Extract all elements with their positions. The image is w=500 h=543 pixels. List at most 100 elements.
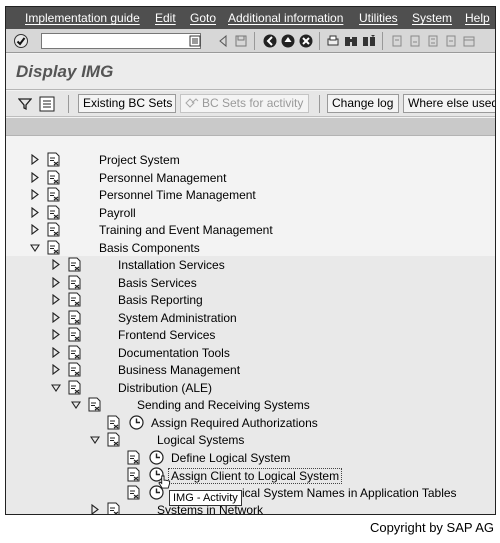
tree-node-label[interactable]: Training and Event Management	[99, 223, 273, 237]
expand-arrow-icon[interactable]	[30, 171, 40, 183]
menu-item-utilities[interactable]: Utilities	[359, 11, 398, 25]
tree-node-label[interactable]: Installation Services	[118, 258, 225, 272]
tree-node[interactable]: Logical Systems	[6, 431, 495, 449]
tree-node[interactable]: Project System	[6, 151, 495, 169]
tree-node-label[interactable]: Define Logical System	[171, 451, 290, 465]
tree-node[interactable]: Basis Reporting	[6, 291, 495, 309]
tree-node-label[interactable]: Assign Required Authorizations	[151, 416, 318, 430]
tree-node[interactable]: Payroll	[6, 204, 495, 222]
document-node-icon[interactable]	[67, 310, 82, 325]
tree-node-label[interactable]: Distribution (ALE)	[118, 381, 212, 395]
tree-node-label[interactable]: Assign Client to Logical System	[168, 468, 343, 484]
tree-node[interactable]: Basis Services	[6, 273, 495, 291]
document-node-icon[interactable]	[126, 450, 141, 465]
green-back-icon[interactable]	[263, 34, 277, 48]
tree-node-label[interactable]: Basis Reporting	[118, 293, 203, 307]
tree-node-label[interactable]: Business Management	[118, 363, 240, 377]
back-arrow-icon[interactable]	[216, 34, 230, 48]
document-node-icon[interactable]	[67, 362, 82, 377]
document-node-icon[interactable]	[67, 292, 82, 307]
tree-node-label[interactable]: Personnel Management	[99, 171, 226, 185]
document-node-icon[interactable]	[46, 187, 61, 202]
tree-node[interactable]: Business Management	[6, 361, 495, 379]
bc-sets-for-activity-button[interactable]: BC Sets for activity	[180, 94, 309, 113]
collapse-arrow-icon[interactable]	[50, 382, 62, 393]
change-log-button[interactable]: Change log	[327, 94, 399, 113]
expand-arrow-icon[interactable]	[51, 328, 61, 341]
expand-arrow-icon[interactable]	[51, 363, 61, 376]
tree-node-label[interactable]: ical System Names in Application Tables	[242, 486, 457, 500]
expand-arrow-icon[interactable]	[30, 188, 40, 201]
document-node-icon[interactable]	[46, 240, 61, 255]
document-list-icon[interactable]	[39, 96, 55, 112]
document-node-icon[interactable]	[126, 467, 141, 482]
tree-node[interactable]: Personnel Management	[6, 169, 495, 187]
document-node-icon[interactable]	[67, 275, 82, 290]
execute-activity-icon[interactable]	[129, 414, 144, 430]
create-session-icon[interactable]	[462, 34, 476, 48]
expand-arrow-icon[interactable]	[30, 206, 40, 218]
tree-node-label[interactable]: Logical Systems	[157, 433, 244, 447]
print-icon[interactable]	[326, 34, 340, 48]
tree-node-label[interactable]: Basis Components	[99, 241, 200, 255]
expand-arrow-icon[interactable]	[30, 153, 40, 166]
tree-node[interactable]: Assign Client to Logical System	[6, 466, 495, 484]
tree-node[interactable]: Define Logical System	[6, 448, 495, 466]
document-node-icon[interactable]	[106, 502, 121, 514]
menu-item-edit[interactable]: Edit	[155, 11, 176, 25]
find-next-icon[interactable]	[362, 34, 376, 48]
tree-node[interactable]: Systems in Network	[6, 501, 495, 514]
menu-item-help[interactable]: Help	[465, 11, 490, 25]
tree-node[interactable]: System Administration	[6, 308, 495, 326]
document-node-icon[interactable]	[67, 327, 82, 342]
expand-arrow-icon[interactable]	[51, 293, 61, 306]
history-dropdown-icon[interactable]	[188, 34, 202, 48]
command-field[interactable]	[41, 33, 201, 49]
expand-arrow-icon[interactable]	[51, 258, 61, 271]
tree-node-label[interactable]: Project System	[99, 153, 180, 167]
expand-arrow-icon[interactable]	[90, 503, 100, 514]
tree-node[interactable]: Personnel Time Management	[6, 186, 495, 204]
expand-arrow-icon[interactable]	[30, 223, 40, 236]
first-page-icon[interactable]	[390, 34, 404, 48]
filter-icon[interactable]	[18, 97, 32, 111]
document-node-icon[interactable]	[67, 345, 82, 360]
document-node-icon[interactable]	[106, 415, 121, 430]
tree-node[interactable]: Distribution (ALE)	[6, 378, 495, 396]
previous-page-icon[interactable]	[408, 34, 422, 48]
document-node-icon[interactable]	[46, 205, 61, 220]
document-node-icon[interactable]	[67, 257, 82, 272]
tree-node-label[interactable]: Basis Services	[118, 276, 197, 290]
menu-item-additional-information[interactable]: Additional information	[228, 11, 343, 25]
document-node-icon[interactable]	[126, 485, 141, 500]
exit-icon[interactable]	[281, 34, 295, 48]
menu-item-system[interactable]: System	[412, 11, 452, 25]
tree-node-label[interactable]: Personnel Time Management	[99, 188, 256, 202]
document-node-icon[interactable]	[67, 380, 82, 395]
tree-node[interactable]: Basis Components	[6, 239, 495, 257]
collapse-arrow-icon[interactable]	[89, 434, 101, 445]
where-else-used-button[interactable]: Where else used	[403, 94, 495, 113]
tree-node-label[interactable]: Documentation Tools	[118, 346, 230, 360]
collapse-arrow-icon[interactable]	[70, 399, 82, 410]
expand-arrow-icon[interactable]	[51, 346, 61, 358]
next-page-icon[interactable]	[426, 34, 440, 48]
tree-node-label[interactable]: Frontend Services	[118, 328, 215, 342]
tree-node-label[interactable]: System Administration	[118, 311, 237, 325]
cancel-icon[interactable]	[299, 34, 313, 48]
save-icon[interactable]	[234, 34, 248, 48]
collapse-arrow-icon[interactable]	[29, 242, 41, 253]
menu-item-goto[interactable]: Goto	[190, 11, 216, 25]
execute-activity-icon[interactable]	[149, 449, 164, 465]
tree-node[interactable]: Training and Event Management	[6, 221, 495, 239]
find-icon[interactable]	[344, 34, 358, 48]
tree-node[interactable]: Assign Required Authorizations	[6, 413, 495, 431]
document-node-icon[interactable]	[46, 222, 61, 237]
tree-node[interactable]: Frontend Services	[6, 326, 495, 344]
existing-bc-sets-button[interactable]: Existing BC Sets	[78, 94, 176, 113]
tree-node[interactable]: ical System Names in Application Tables	[6, 483, 495, 501]
document-node-icon[interactable]	[106, 432, 121, 447]
enter-check-icon[interactable]	[14, 34, 28, 48]
tree-node[interactable]: Sending and Receiving Systems	[6, 396, 495, 414]
last-page-icon[interactable]	[444, 34, 458, 48]
